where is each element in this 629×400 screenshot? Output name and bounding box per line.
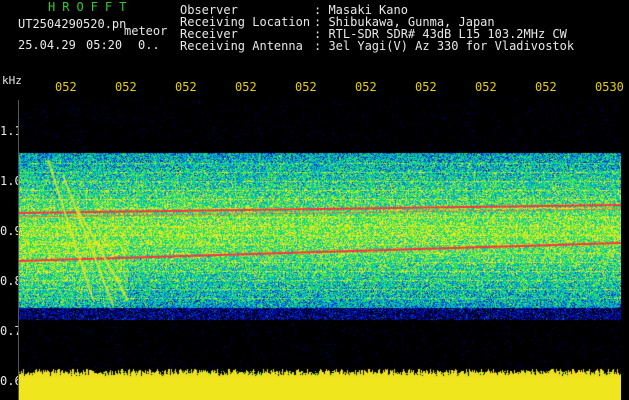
x-tick-label: 052 <box>355 80 377 94</box>
app-brand: HROFFT <box>48 0 134 14</box>
spectrogram-plot <box>18 100 621 400</box>
station-info: Observer: Masaki Kano Receiving Location… <box>180 4 574 52</box>
x-tick-label: 052 <box>415 80 437 94</box>
header: HROFFT UT2504290520.pn meteor 25.04.29 0… <box>0 0 629 68</box>
mode-label: meteor <box>124 24 168 38</box>
x-tick-label: 052 <box>175 80 197 94</box>
time-label: 05:20 <box>86 38 123 52</box>
x-tick-label: 052 <box>115 80 137 94</box>
status-label: 0.. <box>138 38 160 52</box>
date-label: 25.04.29 <box>18 38 76 52</box>
x-tick-label: 052 <box>295 80 317 94</box>
x-tick-label: 052 <box>535 80 557 94</box>
x-tick-label: 0530 <box>595 80 624 94</box>
x-tick-label: 052 <box>475 80 497 94</box>
info-row-antenna: Receiving Antenna: 3el Yagi(V) Az 330 fo… <box>180 39 575 53</box>
x-tick-label: 052 <box>235 80 257 94</box>
file-name: UT2504290520.pn <box>18 17 127 31</box>
plot-left-border <box>18 100 19 400</box>
x-tick-label: 052 <box>55 80 77 94</box>
y-axis-unit: kHz <box>2 74 22 87</box>
